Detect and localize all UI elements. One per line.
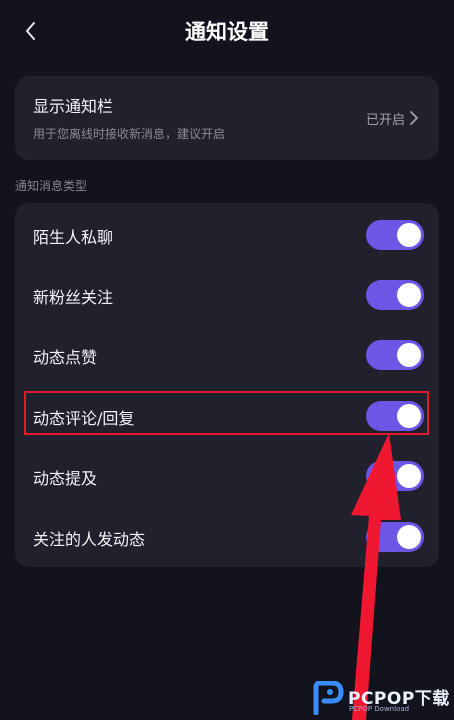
chevron-right-icon xyxy=(410,111,418,125)
toggle-label: 动态提及 xyxy=(33,469,98,488)
header-bar: 通知设置 xyxy=(0,0,454,62)
post-comments-toggle[interactable] xyxy=(366,401,424,431)
toggle-row-stranger-chat: 陌生人私聊 xyxy=(15,205,439,265)
toggle-knob xyxy=(397,404,421,428)
section-label: 通知消息类型 xyxy=(15,179,88,193)
post-likes-toggle[interactable] xyxy=(366,340,424,370)
display-notification-bar-label: 显示通知栏 xyxy=(33,97,114,116)
toggle-row-new-follower: 新粉丝关注 xyxy=(15,265,439,325)
toggle-label: 关注的人发动态 xyxy=(33,530,146,549)
watermark-subtext: PCPOP Download xyxy=(349,705,410,713)
toggle-row-post-likes: 动态点赞 xyxy=(15,325,439,385)
toggle-knob xyxy=(397,525,421,549)
post-mentions-toggle[interactable] xyxy=(366,461,424,491)
toggle-label: 动态点赞 xyxy=(33,348,98,367)
pcpop-logo-icon xyxy=(313,681,344,715)
following-posts-toggle[interactable] xyxy=(366,522,424,552)
toggle-label: 陌生人私聊 xyxy=(33,228,114,247)
page-title: 通知设置 xyxy=(185,20,269,44)
toggle-knob xyxy=(397,464,421,488)
new-follower-toggle[interactable] xyxy=(366,280,424,310)
toggle-label: 动态评论/回复 xyxy=(33,409,135,428)
toggle-knob xyxy=(397,343,421,367)
display-notification-bar-description: 用于您离线时接收新消息，建议开启 xyxy=(33,127,226,141)
toggle-knob xyxy=(397,223,421,247)
toggle-knob xyxy=(397,283,421,307)
stranger-chat-toggle[interactable] xyxy=(366,220,424,250)
toggle-row-post-comments: 动态评论/回复 xyxy=(15,386,439,446)
pcpop-watermark: PCPOP下载 PCPOP Download xyxy=(312,681,454,717)
display-notification-bar-row[interactable]: 显示通知栏 用于您离线时接收新消息，建议开启 已开启 xyxy=(15,76,439,160)
toggle-label: 新粉丝关注 xyxy=(33,288,114,307)
display-notification-bar-status: 已开启 xyxy=(365,113,405,128)
toggle-row-following-posts: 关注的人发动态 xyxy=(15,507,439,567)
notification-types-list: 陌生人私聊 新粉丝关注 动态点赞 动态评论/回复 动态提及 关注的人发动态 xyxy=(15,203,439,567)
toggle-row-post-mentions: 动态提及 xyxy=(15,446,439,506)
